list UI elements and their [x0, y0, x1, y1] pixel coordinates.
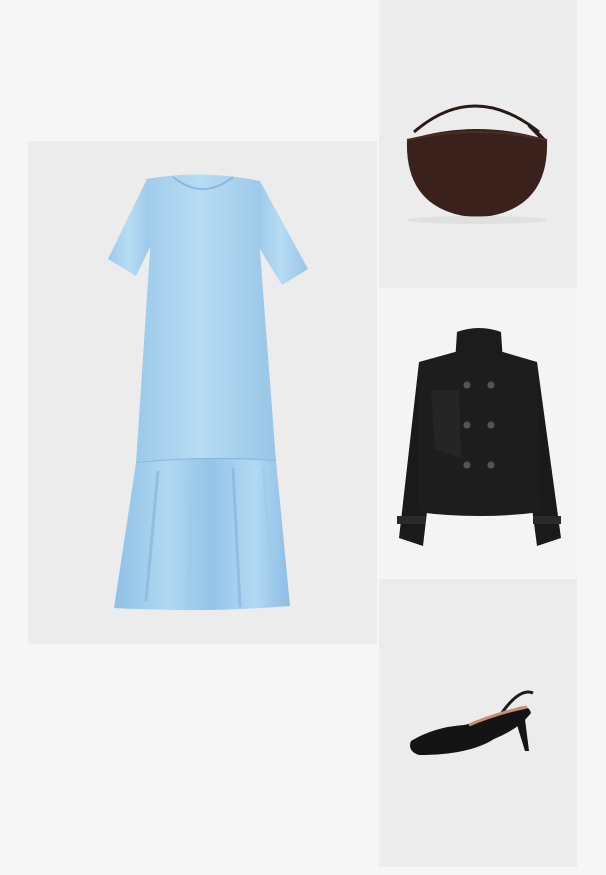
product-tile-bag[interactable] [379, 0, 577, 288]
shoe-image [410, 690, 534, 755]
bag-image [406, 104, 548, 224]
product-tile-shoe[interactable] [379, 579, 577, 867]
product-tile-dress[interactable] [28, 141, 377, 644]
dress-image [108, 174, 308, 611]
jacket-image [397, 328, 561, 546]
product-tile-jacket[interactable] [379, 290, 577, 577]
